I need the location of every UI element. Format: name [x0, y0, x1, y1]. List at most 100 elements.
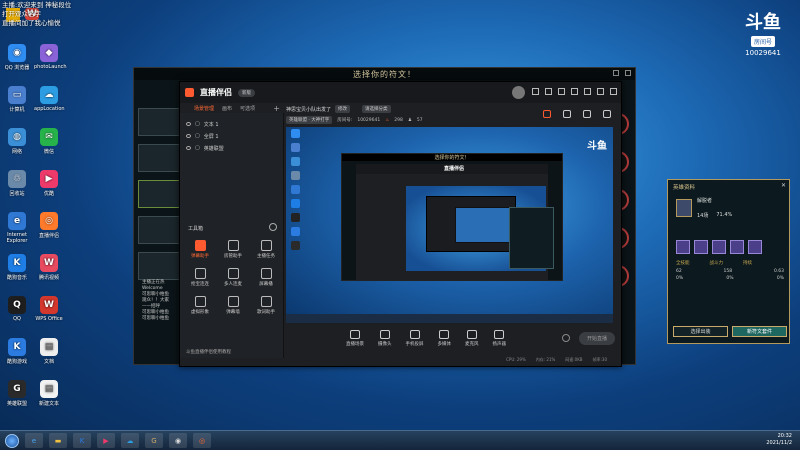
desktop-icon[interactable]: e Internet Explorer [2, 212, 32, 244]
tool-item[interactable]: 歌词助手 [250, 296, 282, 315]
appstore-icon[interactable]: ☁ [121, 433, 139, 448]
status-item: 内存: 21% [535, 356, 556, 362]
room-number: 10029641 [357, 117, 381, 123]
tool-item[interactable]: 抢宝连连 [184, 268, 216, 287]
desktop-icon[interactable]: W WPS Office [34, 296, 64, 322]
tool-item[interactable]: 虚拟形象 [184, 296, 216, 315]
streamer-app-icon[interactable]: ◎ [193, 433, 211, 448]
source-control-button[interactable]: 摄像头 [378, 330, 392, 347]
gift-icon[interactable] [545, 88, 552, 95]
source-control-button[interactable]: 麦克风 [465, 330, 479, 347]
champion-name: 解脱者 [697, 198, 713, 204]
tool-icon [227, 240, 239, 251]
minimize-icon[interactable] [584, 88, 591, 95]
tutorial-link[interactable]: 斗鱼直播伴侣使用教程 [186, 349, 231, 355]
desktop-icon[interactable]: ▤ 文档 [34, 338, 64, 365]
source-control-button[interactable]: 直播场景 [346, 330, 364, 347]
minimize-icon[interactable] [613, 70, 619, 76]
tool-item[interactable]: 弹幕墙 [217, 296, 249, 315]
version-badge[interactable]: 新版 [238, 88, 255, 97]
lock-icon[interactable]: ▢ [195, 145, 200, 151]
select-build-button[interactable]: 选择出装 [673, 326, 728, 337]
skill-icon [730, 240, 744, 254]
room-stats: 英雄联盟 · 大神打字 房间号: 10029641 ♨ 298 ♟ 57 [286, 116, 423, 124]
desktop-icon[interactable]: ◍ 网络 [2, 128, 32, 155]
message-icon[interactable] [532, 88, 539, 95]
desktop-icon[interactable]: ▤ 新建文本 [34, 380, 64, 407]
start-button[interactable] [5, 433, 19, 448]
shirt-icon[interactable] [558, 88, 565, 95]
tab-scene[interactable]: 场景管理 [194, 105, 214, 112]
explorer-icon[interactable]: ▬ [49, 433, 67, 448]
edit-button[interactable]: 修改 [335, 105, 351, 113]
control-label: 摄像头 [378, 342, 392, 347]
tool-item[interactable]: 房管助手 [217, 240, 249, 259]
close-icon[interactable] [625, 70, 631, 76]
desktop-icon[interactable]: ☁ appLocation [34, 86, 65, 112]
lol-icon[interactable]: G [145, 433, 163, 448]
obs-icon[interactable]: ◉ [169, 433, 187, 448]
new-rune-button[interactable]: 新符文套件 [732, 326, 787, 337]
preview-canvas[interactable]: 选择你的符文！ 直播伴侣 斗鱼 [286, 127, 613, 323]
category-select[interactable]: 请选择分类 [362, 105, 391, 113]
desktop-icon[interactable]: Q QQ [2, 296, 32, 322]
tool-item[interactable]: 弹幕助手 [184, 240, 216, 259]
tab-options[interactable]: 可选项 [240, 105, 255, 112]
youku-icon[interactable]: ▶ [97, 433, 115, 448]
tool-item[interactable]: 屏幕播 [250, 268, 282, 287]
add-icon[interactable]: + [273, 104, 280, 113]
app-icon: ☁ [40, 86, 58, 104]
desktop-icon[interactable]: K 酷狗游戏 [2, 338, 32, 365]
layer-item[interactable]: ▢ 英雄联盟 [180, 142, 283, 154]
app-logo-icon [185, 88, 194, 97]
stat-value: 0% [726, 276, 734, 281]
game-tag[interactable]: 英雄联盟 · 大神打字 [286, 116, 333, 124]
close-icon[interactable]: ✕ [781, 182, 786, 189]
desktop-icon[interactable]: ✉ 微信 [34, 128, 64, 155]
close-icon[interactable] [610, 88, 617, 95]
avatar[interactable] [512, 86, 525, 99]
eye-icon[interactable] [186, 122, 191, 126]
more-icon[interactable] [269, 223, 277, 231]
share-icon[interactable] [603, 110, 611, 118]
top-right-tools [543, 110, 611, 118]
start-live-button[interactable]: 开始直播 [578, 332, 615, 345]
ie-icon[interactable]: e [25, 433, 43, 448]
system-clock[interactable]: 20:32 2021/11/2 [766, 433, 792, 447]
desktop-icon[interactable]: ♲ 回收站 [2, 170, 32, 197]
control-icon [350, 330, 360, 339]
layer-item[interactable]: ▢ 全屏 1 [180, 130, 283, 142]
hero-info-panel[interactable]: 英雄资料 ✕ 解脱者 14场 71.4% 全技能 战斗力 持续 62 158 0.6… [667, 179, 790, 344]
desktop-icon[interactable]: ◉ QQ 浏览器 [2, 44, 32, 71]
desktop-icon[interactable]: ▶ 优酷 [34, 170, 64, 197]
desktop-icon[interactable]: G 英雄联盟 [2, 380, 32, 407]
kugou-icon[interactable]: K [73, 433, 91, 448]
bell-icon[interactable] [583, 110, 591, 118]
app-icon: W [40, 296, 58, 314]
desktop-icon[interactable]: W 腾讯视频 [34, 254, 64, 281]
menu-icon[interactable] [571, 88, 578, 95]
eye-icon[interactable] [186, 134, 191, 138]
desktop-icon[interactable]: ◎ 直播伴侣 [34, 212, 64, 239]
gift-icon[interactable] [543, 110, 551, 118]
maximize-icon[interactable] [597, 88, 604, 95]
lock-icon[interactable]: ▢ [195, 121, 200, 127]
control-icon [439, 330, 450, 339]
settings-icon[interactable] [562, 334, 570, 342]
source-control-button[interactable]: 手机投屏 [406, 330, 424, 347]
source-control-button[interactable]: 多媒体 [438, 330, 451, 347]
streamer-app-window[interactable]: 直播伴侣 新版 场景管理 画布 可选项 + ▢ 文本 1 ▢ 全屏 1 ▢ 英雄联盟 … [179, 81, 622, 367]
settings-icon[interactable] [563, 110, 571, 118]
desktop-icon[interactable]: ◆ photoLaunch [34, 44, 67, 70]
source-control-button[interactable]: 扬声器 [493, 330, 506, 347]
desktop-icon[interactable]: ▭ 计算机 [2, 86, 32, 113]
eye-icon[interactable] [186, 146, 191, 150]
lock-icon[interactable]: ▢ [195, 133, 200, 139]
layer-item[interactable]: ▢ 文本 1 [180, 118, 283, 130]
desktop-icon[interactable]: K 酷狗音乐 [2, 254, 32, 281]
tool-item[interactable]: 主播任务 [250, 240, 282, 259]
tool-item[interactable]: 多人连麦 [217, 268, 249, 287]
nested-hero-panel [509, 207, 554, 269]
desktop-icon-label: QQ 浏览器 [4, 65, 30, 71]
tab-canvas[interactable]: 画布 [222, 105, 232, 112]
